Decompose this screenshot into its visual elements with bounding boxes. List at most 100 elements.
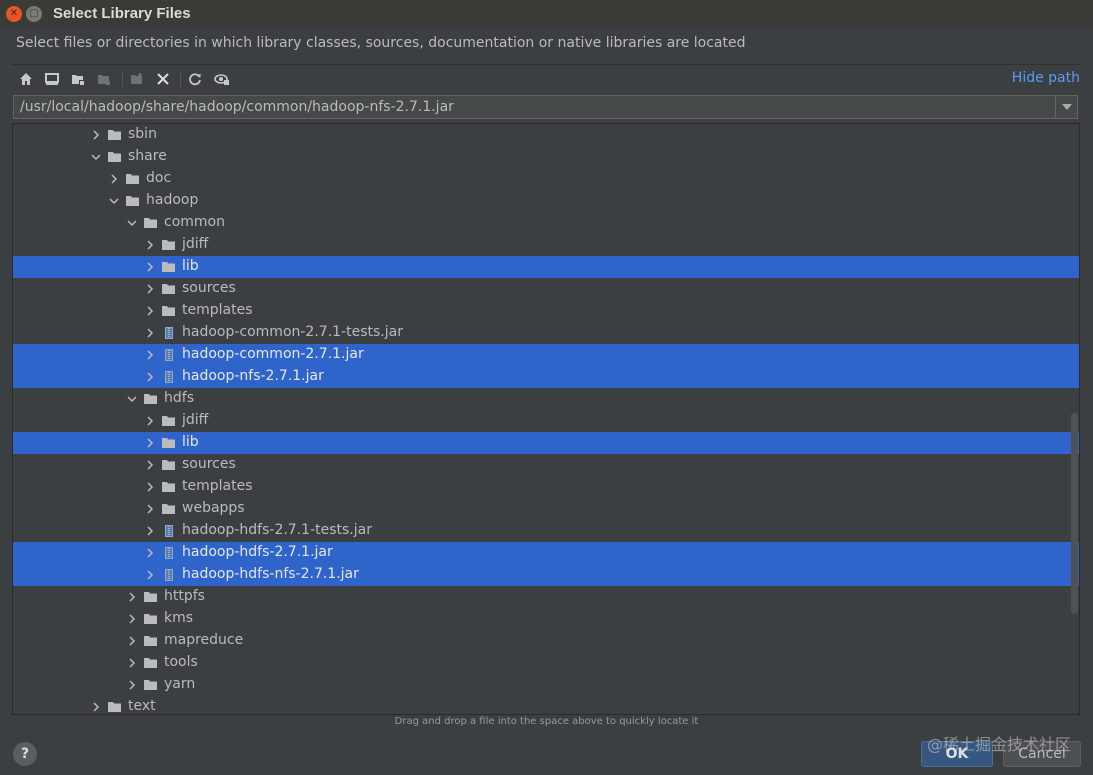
tree-row[interactable]: hadoop [13, 190, 1079, 212]
chevron-right-icon[interactable] [127, 636, 137, 646]
chevron-right-icon[interactable] [145, 240, 155, 250]
chevron-right-icon[interactable] [127, 680, 137, 690]
tree-item-label: webapps [182, 500, 245, 516]
chevron-right-icon[interactable] [145, 548, 155, 558]
chevron-right-icon[interactable] [145, 372, 155, 382]
file-tree[interactable]: sbin share doc hadoop common jdiff lib sources t… [12, 123, 1080, 715]
chevron-right-icon[interactable] [145, 526, 155, 536]
tree-row[interactable]: sbin [13, 124, 1079, 146]
tree-item-label: doc [146, 170, 172, 186]
close-window-button[interactable]: ✕ [6, 6, 22, 22]
folder-icon [108, 130, 121, 140]
module-folder-icon[interactable] [95, 70, 113, 88]
tree-item-label: hdfs [164, 390, 194, 406]
tree-row[interactable]: sources [13, 454, 1079, 476]
folder-icon [108, 152, 121, 162]
tree-item-label: common [164, 214, 225, 230]
chevron-down-icon[interactable] [127, 394, 137, 404]
chevron-right-icon[interactable] [145, 416, 155, 426]
chevron-right-icon[interactable] [145, 328, 155, 338]
help-button[interactable]: ? [13, 742, 37, 766]
chevron-down-icon [1061, 104, 1072, 110]
tree-row[interactable]: templates [13, 300, 1079, 322]
tree-row[interactable]: text [13, 696, 1079, 714]
path-input[interactable] [14, 96, 1054, 118]
tree-row[interactable]: hadoop-hdfs-nfs-2.7.1.jar [13, 564, 1079, 586]
folder-icon [144, 592, 157, 602]
tree-item-label: hadoop-common-2.7.1-tests.jar [182, 324, 403, 340]
folder-icon [144, 394, 157, 404]
tree-scrollbar[interactable] [1071, 413, 1078, 614]
path-combobox[interactable] [13, 95, 1078, 119]
tree-row[interactable]: sources [13, 278, 1079, 300]
tree-row[interactable]: doc [13, 168, 1079, 190]
tree-item-label: templates [182, 302, 253, 318]
tree-row[interactable]: hdfs [13, 388, 1079, 410]
tree-row[interactable]: httpfs [13, 586, 1079, 608]
tree-row[interactable]: tools [13, 652, 1079, 674]
chevron-right-icon[interactable] [127, 658, 137, 668]
hide-path-link[interactable]: Hide path [1012, 70, 1080, 86]
chevron-right-icon[interactable] [145, 438, 155, 448]
folder-icon [144, 658, 157, 668]
chevron-right-icon[interactable] [91, 702, 101, 712]
jar-file-icon [165, 525, 173, 537]
chevron-down-icon[interactable] [91, 152, 101, 162]
chevron-right-icon[interactable] [145, 482, 155, 492]
toolbar-separator [122, 72, 123, 87]
tree-item-label: tools [164, 654, 198, 670]
chevron-right-icon[interactable] [127, 592, 137, 602]
project-folder-icon[interactable] [69, 70, 87, 88]
chevron-right-icon[interactable] [145, 460, 155, 470]
chevron-down-icon[interactable] [127, 218, 137, 228]
tree-row[interactable]: lib [13, 256, 1079, 278]
jar-file-icon [165, 547, 173, 559]
tree-row[interactable]: lib [13, 432, 1079, 454]
chevron-right-icon[interactable] [145, 284, 155, 294]
folder-icon [162, 306, 175, 316]
tree-item-label: kms [164, 610, 194, 626]
tree-row[interactable]: kms [13, 608, 1079, 630]
folder-icon [162, 284, 175, 294]
folder-icon [144, 218, 157, 228]
tree-row[interactable]: hadoop-nfs-2.7.1.jar [13, 366, 1079, 388]
folder-icon [144, 680, 157, 690]
tree-row[interactable]: hadoop-hdfs-2.7.1-tests.jar [13, 520, 1079, 542]
chevron-right-icon[interactable] [91, 130, 101, 140]
tree-row[interactable]: yarn [13, 674, 1079, 696]
show-hidden-icon[interactable] [213, 70, 231, 88]
tree-row[interactable]: common [13, 212, 1079, 234]
maximize-window-button[interactable]: ▢ [26, 6, 42, 22]
delete-icon[interactable] [154, 70, 172, 88]
tree-row[interactable]: share [13, 146, 1079, 168]
chevron-right-icon[interactable] [109, 174, 119, 184]
chevron-right-icon[interactable] [127, 614, 137, 624]
tree-item-label: jdiff [182, 412, 209, 428]
desktop-icon[interactable] [43, 70, 61, 88]
tree-row[interactable]: hadoop-hdfs-2.7.1.jar [13, 542, 1079, 564]
path-dropdown-button[interactable] [1055, 96, 1077, 118]
tree-item-label: lib [182, 434, 199, 450]
folder-icon [162, 416, 175, 426]
tree-row[interactable]: jdiff [13, 410, 1079, 432]
tree-row[interactable]: templates [13, 476, 1079, 498]
new-folder-icon[interactable] [128, 70, 146, 88]
chevron-down-icon[interactable] [109, 196, 119, 206]
tree-row[interactable]: jdiff [13, 234, 1079, 256]
chevron-right-icon[interactable] [145, 570, 155, 580]
jar-file-icon [165, 371, 173, 383]
chevron-right-icon[interactable] [145, 262, 155, 272]
tree-row[interactable]: hadoop-common-2.7.1.jar [13, 344, 1079, 366]
tree-row[interactable]: webapps [13, 498, 1079, 520]
chevron-right-icon[interactable] [145, 504, 155, 514]
tree-item-label: hadoop-hdfs-nfs-2.7.1.jar [182, 566, 359, 582]
title-bar: ✕ ▢ Select Library Files [0, 0, 1093, 28]
chevron-right-icon[interactable] [145, 350, 155, 360]
chevron-right-icon[interactable] [145, 306, 155, 316]
refresh-icon[interactable] [186, 70, 204, 88]
home-icon[interactable] [17, 70, 35, 88]
tree-row[interactable]: hadoop-common-2.7.1-tests.jar [13, 322, 1079, 344]
tree-row[interactable]: mapreduce [13, 630, 1079, 652]
jar-file-icon [165, 349, 173, 361]
folder-icon [162, 262, 175, 272]
